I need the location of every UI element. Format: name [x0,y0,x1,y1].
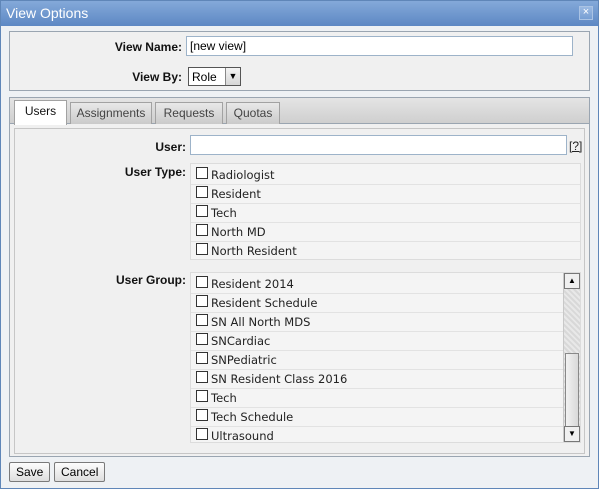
checkbox[interactable] [196,205,208,217]
checkbox[interactable] [196,371,208,383]
user-group-checkbox-label: Tech Schedule [211,410,294,424]
chevron-down-icon[interactable]: ▼ [225,68,240,85]
view-by-label: View By: [132,70,182,84]
user-group-label: User Group: [115,273,186,287]
user-type-checkbox-label: Radiologist [211,168,275,182]
user-help-link[interactable]: [?] [569,139,582,153]
user-group-checkbox-label: SN All North MDS [211,315,311,329]
user-group-checkbox-row[interactable]: Tech Schedule [191,408,580,427]
user-type-checkbox-row[interactable]: North MD [191,223,580,242]
dialog-titlebar[interactable]: View Options × [1,1,598,26]
user-type-checkbox-label: North Resident [211,244,297,258]
user-group-scrollbar[interactable]: ▲ ▼ [563,273,580,442]
close-icon[interactable]: × [579,6,593,20]
user-type-checkbox-row[interactable]: Radiologist [191,166,580,185]
checkbox[interactable] [196,224,208,236]
user-type-checkbox-label: Resident [211,187,261,201]
user-type-checkbox-row[interactable]: North Resident [191,242,580,259]
user-type-checkbox-label: Tech [211,206,237,220]
user-group-checkbox-row[interactable]: Resident 2014 [191,275,580,294]
user-type-checkbox-row[interactable]: Resident [191,185,580,204]
checkbox[interactable] [196,243,208,255]
user-input[interactable] [190,135,567,155]
view-settings-panel: View Name: View By: Role ▼ [9,31,590,91]
checkbox[interactable] [196,314,208,326]
user-type-checkbox-label: North MD [211,225,266,239]
view-name-label: View Name: [114,40,182,54]
checkbox[interactable] [196,186,208,198]
view-by-select[interactable]: Role ▼ [188,67,241,86]
user-group-checkbox-row[interactable]: SNCardiac [191,332,580,351]
user-label: User: [155,140,186,154]
user-group-checkbox-row[interactable]: SN All North MDS [191,313,580,332]
checkbox[interactable] [196,409,208,421]
user-type-label: User Type: [124,165,186,179]
arrow-up-icon[interactable]: ▲ [564,273,580,289]
user-type-checkbox-row[interactable]: Tech [191,204,580,223]
checkbox[interactable] [196,167,208,179]
save-button[interactable]: Save [9,462,51,482]
user-group-checkbox-label: Resident Schedule [211,296,318,310]
tab-assignments[interactable]: Assignments [70,102,152,124]
user-group-checkbox-label: SN Resident Class 2016 [211,372,348,386]
user-group-checkbox-row[interactable]: Resident Schedule [191,294,580,313]
user-group-checkbox-label: Ultrasound [211,429,274,443]
tab-users[interactable]: Users [14,100,67,125]
view-name-input[interactable] [186,36,573,56]
checkbox[interactable] [196,333,208,345]
user-group-checkbox-row[interactable]: Tech [191,389,580,408]
checkbox[interactable] [196,276,208,288]
user-group-list: Resident 2014 Resident Schedule SN All Nor… [190,272,581,443]
checkbox[interactable] [196,295,208,307]
user-group-checkbox-label: Resident 2014 [211,277,294,291]
checkbox[interactable] [196,390,208,402]
checkbox[interactable] [196,352,208,364]
user-type-list: Radiologist Resident Tech North MD North Res… [190,163,581,260]
user-group-checkbox-label: SNPediatric [211,353,277,367]
users-tab-content: User: [?] User Type: Radiologist Resident… [14,128,585,454]
user-group-checkbox-row[interactable]: SNPediatric [191,351,580,370]
user-group-checkbox-row[interactable]: Ultrasound [191,427,580,443]
tab-quotas[interactable]: Quotas [226,102,280,124]
tab-panel: Users Assignments Requests Quotas User: … [9,97,590,457]
user-group-checkbox-row[interactable]: SN Resident Class 2016 [191,370,580,389]
user-group-checkbox-label: Tech [211,391,237,405]
scrollbar-thumb[interactable] [565,353,579,427]
user-group-checkbox-label: SNCardiac [211,334,271,348]
arrow-down-icon[interactable]: ▼ [564,426,580,442]
cancel-button[interactable]: Cancel [54,462,106,482]
tab-strip: Users Assignments Requests Quotas [10,98,589,125]
dialog-title: View Options [6,5,89,21]
view-options-dialog: View Options × View Name: View By: Role … [0,0,599,489]
checkbox[interactable] [196,428,208,440]
tab-requests[interactable]: Requests [155,102,223,124]
view-by-value: Role [192,69,217,84]
